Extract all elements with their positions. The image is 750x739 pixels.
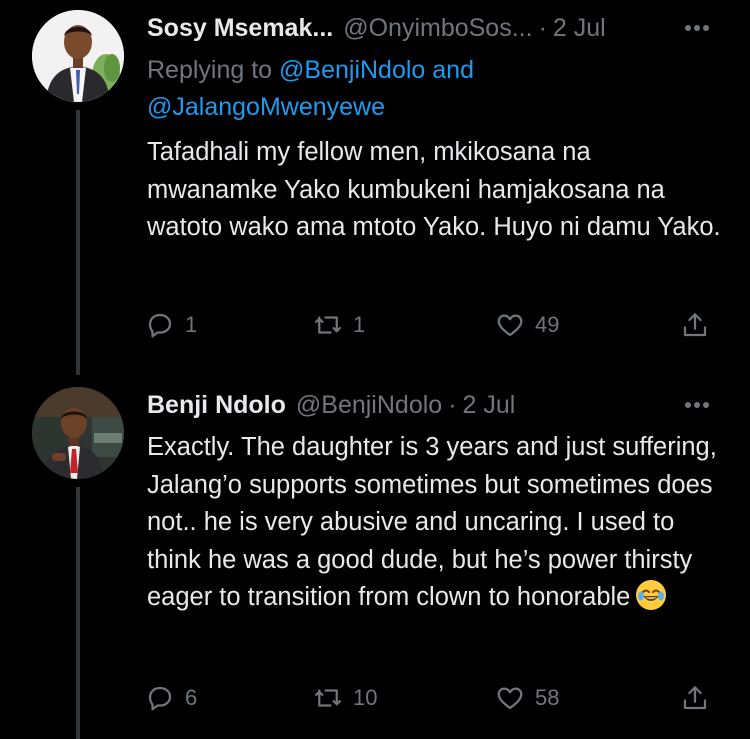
tweet-sosy[interactable]: Sosy Msemak... @OnyimboSos... · 2 Jul Re…	[0, 0, 750, 375]
more-options-icon	[685, 25, 709, 31]
retweet-button[interactable]: 1	[313, 307, 365, 343]
more-options-icon	[685, 402, 709, 408]
retweet-icon	[315, 689, 341, 707]
reply-icon	[148, 313, 172, 338]
heart-icon	[497, 314, 523, 337]
mention-and[interactable]: and	[425, 56, 474, 84]
handle[interactable]: @BenjiNdolo	[296, 391, 442, 420]
tweet-text: Exactly. The daughter is 3 years and jus…	[147, 429, 727, 617]
reply-button[interactable]: 6	[145, 680, 197, 716]
reply-count: 1	[185, 312, 198, 337]
profile-photo-icon	[32, 387, 124, 479]
avatar[interactable]	[32, 387, 124, 479]
display-name[interactable]: Benji Ndolo	[147, 391, 286, 420]
separator-dot: ·	[448, 390, 457, 419]
handle[interactable]: @OnyimboSos...	[343, 14, 532, 43]
reply-button[interactable]: 1	[145, 307, 197, 343]
replying-to-label: Replying to	[147, 56, 280, 84]
profile-photo-icon	[32, 10, 124, 102]
thread-line	[76, 487, 80, 739]
separator-dot: ·	[538, 13, 547, 42]
avatar[interactable]	[32, 10, 124, 102]
tweet-header: Sosy Msemak... @OnyimboSos... · 2 Jul	[147, 10, 710, 46]
display-name[interactable]: Sosy Msemak...	[147, 14, 333, 43]
like-button[interactable]: 58	[495, 680, 559, 716]
tweet-benji[interactable]: Benji Ndolo @BenjiNdolo · 2 Jul Exactly.…	[0, 375, 750, 739]
tweet-text: Tafadhali my fellow men, mkikosana na mw…	[147, 138, 721, 241]
more-options-button[interactable]	[670, 14, 710, 42]
heart-icon	[497, 687, 523, 710]
face-with-tears-of-joy-icon	[636, 580, 667, 610]
reply-count: 6	[185, 685, 198, 710]
tweet-text-content: Exactly. The daughter is 3 years and jus…	[147, 433, 717, 611]
tweet-actions: 1 1 49	[145, 307, 725, 343]
mention-link[interactable]: @JalangoMwenyewe	[147, 93, 385, 121]
share-icon	[683, 313, 707, 337]
share-button[interactable]	[680, 680, 710, 716]
retweet-count: 10	[353, 685, 378, 710]
like-count: 58	[535, 685, 560, 710]
tweet-header: Benji Ndolo @BenjiNdolo · 2 Jul	[147, 387, 710, 423]
share-button[interactable]	[680, 307, 710, 343]
replying-to: Replying to @BenjiNdolo and @JalangoMweny…	[147, 52, 707, 126]
tweet-date[interactable]: 2 Jul	[553, 14, 606, 43]
retweet-count: 1	[353, 312, 366, 337]
more-options-button[interactable]	[670, 391, 710, 419]
like-count: 49	[535, 312, 560, 337]
share-icon	[683, 686, 707, 710]
retweet-button[interactable]: 10	[313, 680, 377, 716]
mention-link[interactable]: @BenjiNdolo	[279, 56, 425, 84]
tweet-date[interactable]: 2 Jul	[463, 391, 516, 420]
reply-icon	[148, 686, 172, 711]
like-button[interactable]: 49	[495, 307, 559, 343]
retweet-icon	[315, 316, 341, 334]
tweet-actions: 6 10 58	[145, 680, 725, 716]
thread-line	[76, 110, 80, 375]
